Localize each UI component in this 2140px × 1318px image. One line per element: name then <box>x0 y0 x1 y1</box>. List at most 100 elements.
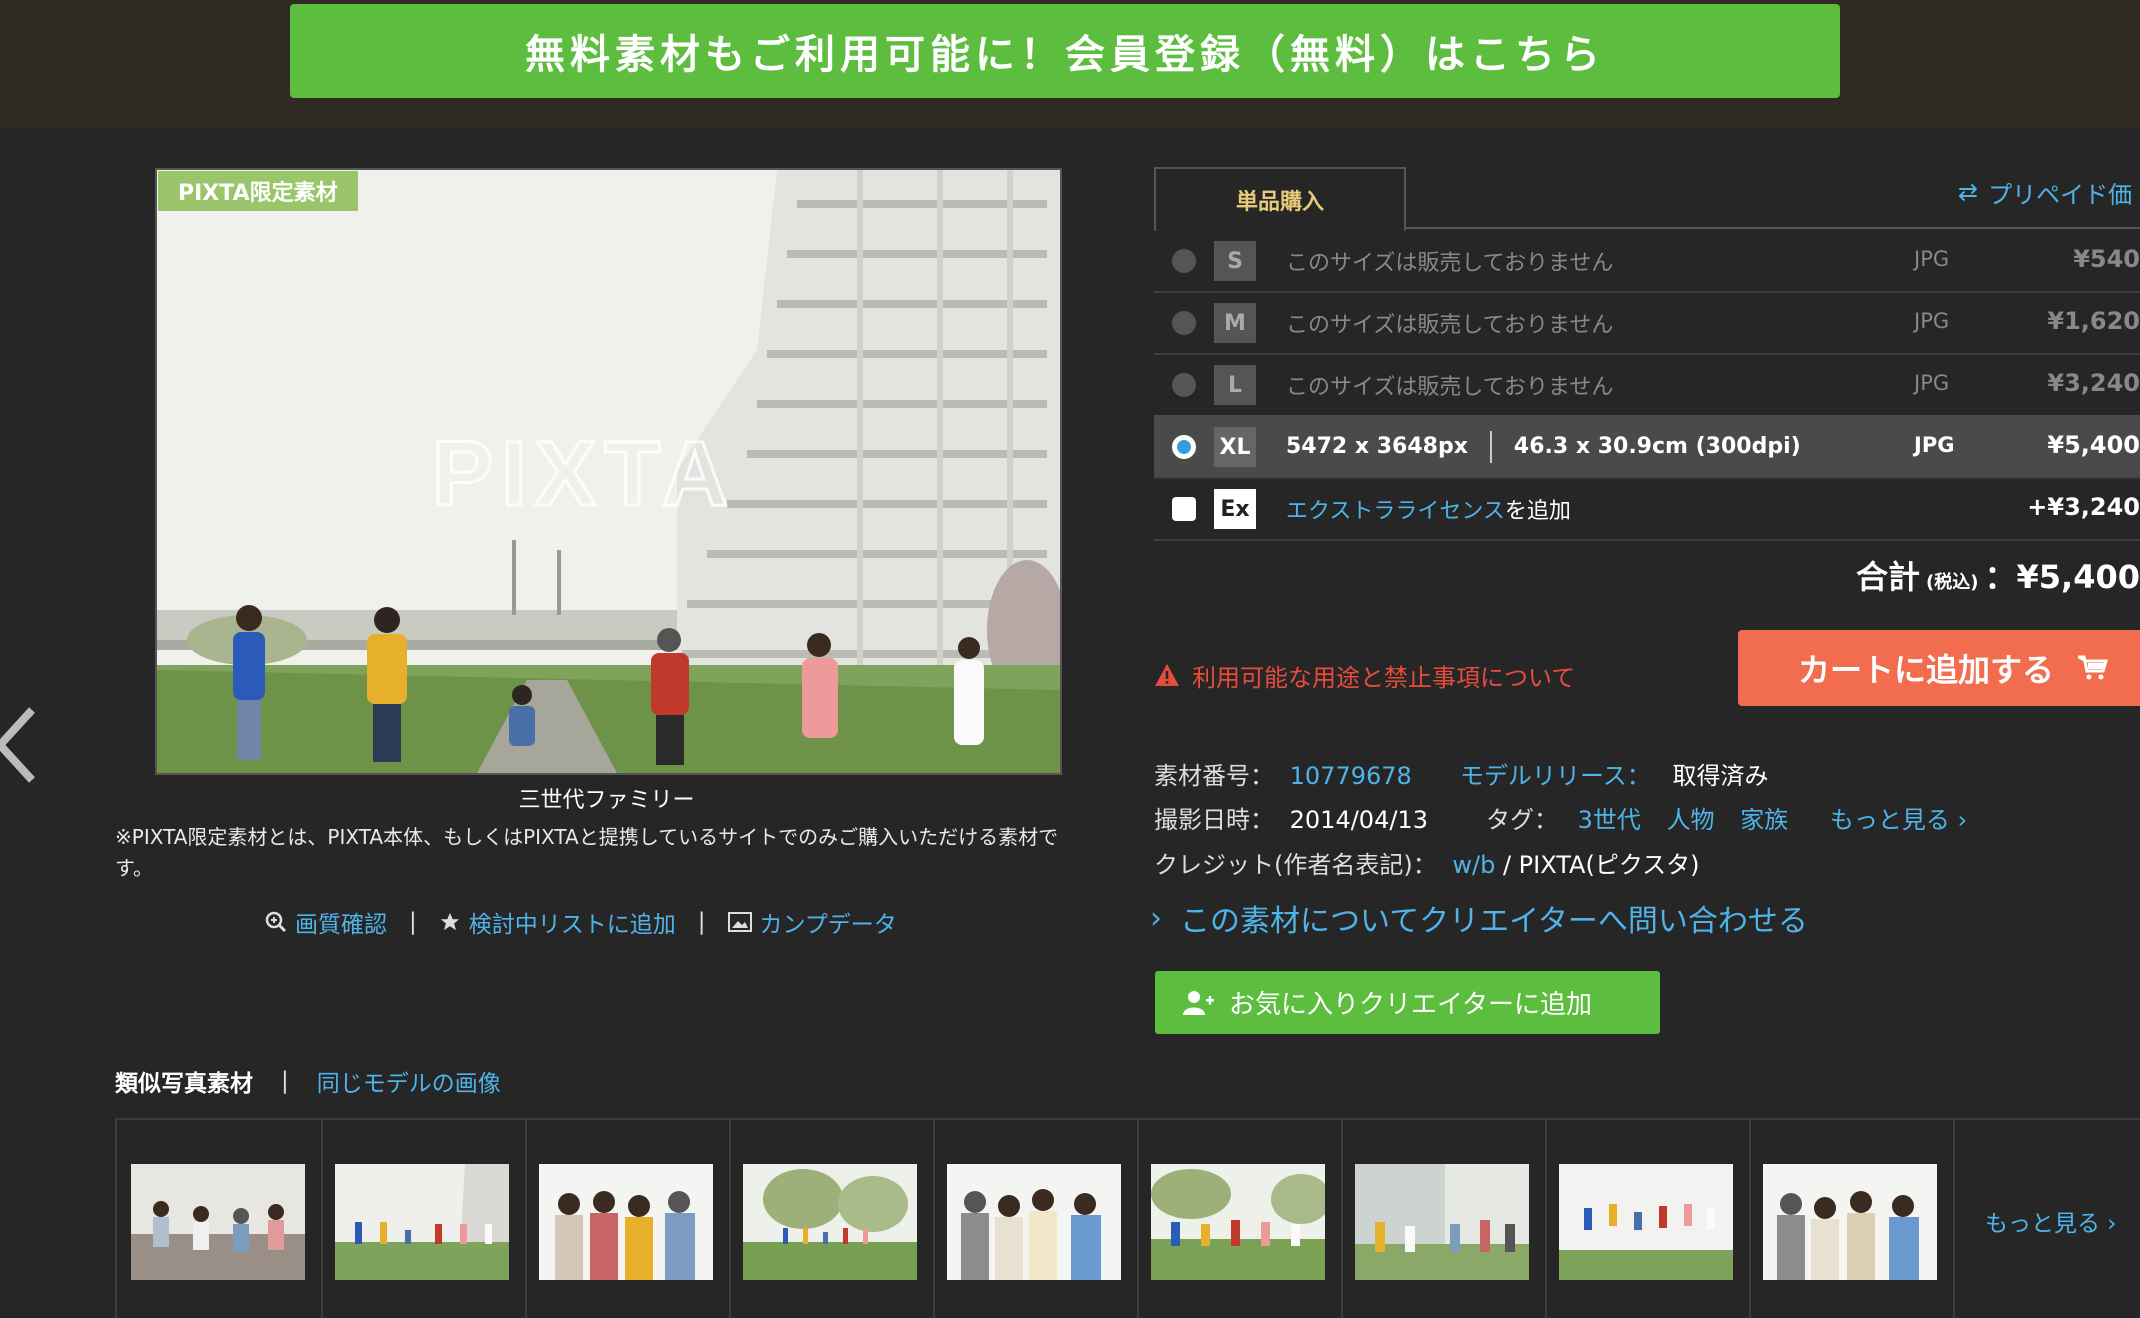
credit-separator: / <box>1495 851 1519 879</box>
total-value: ¥5,400 <box>2016 558 2140 596</box>
comp-data-link[interactable]: カンプデータ <box>727 905 897 939</box>
credit-author-link[interactable]: w/b <box>1452 851 1495 879</box>
thumbnail-image <box>539 1164 713 1280</box>
extra-license-link[interactable]: エクストラライセンス <box>1286 499 1505 524</box>
same-model-link[interactable]: 同じモデルの画像 <box>317 1064 501 1098</box>
thumbnail-image <box>1151 1164 1325 1280</box>
thumbnail-cell[interactable] <box>321 1120 527 1318</box>
model-release-value: 取得済み <box>1672 762 1769 790</box>
favorite-creator-label: お気に入りクリエイターに追加 <box>1229 990 1592 1020</box>
thumbnail-cell[interactable] <box>1137 1120 1343 1318</box>
tags-more-link[interactable]: もっと見る › <box>1830 806 1967 834</box>
limited-note: ※PIXTA限定素材とは、PIXTA本体、もしくはPIXTAと提携しているサイト… <box>115 825 1059 880</box>
similar-photos-tab[interactable]: 類似写真素材 <box>115 1064 253 1098</box>
credit-site: PIXTA(ピクスタ) <box>1518 851 1700 879</box>
size-pixels-xl: 5472 x 3648px <box>1286 434 1468 459</box>
size-text-m: このサイズは販売しておりません <box>1286 313 1614 338</box>
thumbnail-cell[interactable] <box>1341 1120 1547 1318</box>
similar-more-link[interactable]: もっと見る › <box>1985 1204 2117 1238</box>
tag-link[interactable]: 家族 <box>1740 806 1788 834</box>
tab-single-purchase[interactable]: 単品購入 <box>1154 167 1406 231</box>
thumbnail-cell[interactable] <box>1749 1120 1955 1318</box>
limited-material-tag: PIXTA限定素材 <box>158 171 358 211</box>
material-number-label: 素材番号： <box>1154 762 1274 790</box>
zoom-icon <box>265 911 287 933</box>
material-number-value[interactable]: 10779678 <box>1290 762 1412 790</box>
size-dimensions-xl: 5472 x 3648px 46.3 x 30.9cm (300dpi) <box>1286 431 1801 463</box>
usage-warning-link[interactable]: 利用可能な用途と禁止事項について <box>1154 655 1575 695</box>
size-row-m: M このサイズは販売しておりません JPG ¥1,620 <box>1154 291 2140 355</box>
favorite-creator-button[interactable]: お気に入りクリエイターに追加 <box>1155 971 1660 1034</box>
prepaid-label: プリペイド価 <box>1988 180 2133 209</box>
thumbnail-image <box>1559 1164 1733 1280</box>
add-to-cart-button[interactable]: カートに追加する <box>1738 630 2140 706</box>
size-format-l: JPG <box>1914 371 1950 395</box>
thumbnail-image <box>131 1164 305 1280</box>
action-separator: | <box>697 909 706 935</box>
extra-license-text: エクストラライセンスを追加 <box>1286 493 1571 525</box>
thumbnail-image <box>947 1164 1121 1280</box>
thumbnail-cell[interactable] <box>933 1120 1139 1318</box>
swap-icon: ⇄ <box>1958 178 1979 206</box>
add-to-list-link[interactable]: 検討中リストに追加 <box>439 905 676 939</box>
size-radio-l <box>1172 373 1196 397</box>
prev-arrow-icon[interactable] <box>0 700 60 790</box>
svg-text:PIXTA: PIXTA <box>432 423 736 525</box>
size-radio-m <box>1172 311 1196 335</box>
extra-license-suffix: を追加 <box>1504 499 1571 524</box>
dimension-separator <box>1489 431 1492 463</box>
size-format-xl: JPG <box>1914 433 1955 457</box>
extra-license-row: Ex エクストラライセンスを追加 +¥3,240 <box>1154 477 2140 541</box>
thumbnail-image <box>335 1164 509 1280</box>
prepaid-price-link[interactable]: ⇄ プリペイド価 <box>1958 172 2132 212</box>
image-icon <box>727 912 752 932</box>
star-icon <box>440 912 459 931</box>
size-badge-xl: XL <box>1214 427 1256 467</box>
shooting-date-value: 2014/04/13 <box>1289 806 1428 834</box>
total-price: 合計 (税込) ：¥5,400 <box>1856 552 2140 598</box>
size-text-s: このサイズは販売しておりません <box>1286 251 1614 276</box>
chevron-right-icon: › <box>1150 900 1162 936</box>
credit-label: クレジット(作者名表記)： <box>1154 851 1437 879</box>
add-to-list-label: 検討中リストに追加 <box>468 912 676 938</box>
thumbnail-cell[interactable] <box>1545 1120 1751 1318</box>
total-separator: ： <box>1984 558 2017 596</box>
extra-license-checkbox[interactable] <box>1172 497 1196 521</box>
photo-illustration: PIXTA <box>157 170 1060 773</box>
size-cm-xl: 46.3 x 30.9cm (300dpi) <box>1513 434 1801 459</box>
tag-link[interactable]: 人物 <box>1667 806 1715 834</box>
thumbnail-cell[interactable] <box>117 1120 323 1318</box>
add-user-icon <box>1183 990 1214 1015</box>
thumbnail-image <box>1355 1164 1529 1280</box>
tags: タグ： 3世代 人物 家族 もっと見る › <box>1486 800 1967 835</box>
thumbnail-cell[interactable] <box>729 1120 935 1318</box>
photo-actions: 画質確認 | 検討中リストに追加 | カンプデータ <box>265 902 897 942</box>
similar-thumbnail-strip: もっと見る › <box>115 1118 2140 1318</box>
thumbnail-image <box>743 1164 917 1280</box>
zoom-quality-link[interactable]: 画質確認 <box>265 905 387 939</box>
add-to-cart-label: カートに追加する <box>1798 651 2055 689</box>
thumbnail-image <box>1763 1164 1937 1280</box>
tags-label: タグ： <box>1486 806 1558 834</box>
comp-data-label: カンプデータ <box>759 912 897 938</box>
extra-license-price: +¥3,240 <box>2027 493 2140 521</box>
size-row-s: S このサイズは販売しておりません JPG ¥540 <box>1154 229 2140 293</box>
size-row-l: L このサイズは販売しておりません JPG ¥3,240 <box>1154 353 2140 417</box>
main-photo[interactable]: PIXTA <box>155 168 1062 775</box>
size-format-s: JPG <box>1914 247 1950 271</box>
credit: クレジット(作者名表記)： w/b / PIXTA(ピクスタ) <box>1154 845 1699 880</box>
extra-license-badge: Ex <box>1214 489 1256 529</box>
tag-link[interactable]: 3世代 <box>1578 806 1641 834</box>
zoom-quality-label: 画質確認 <box>295 912 387 938</box>
size-radio-xl[interactable] <box>1172 435 1196 459</box>
size-row-xl[interactable]: XL 5472 x 3648px 46.3 x 30.9cm (300dpi) J… <box>1154 415 2140 479</box>
model-release: モデルリリース： 取得済み <box>1460 756 1768 791</box>
total-tax-label: (税込) <box>1926 572 1979 593</box>
contact-creator-link[interactable]: › この素材についてクリエイターへ問い合わせる <box>1150 895 1808 941</box>
signup-banner-button[interactable]: 無料素材もご利用可能に！会員登録（無料）はこちら <box>290 4 1840 98</box>
size-price-s: ¥540 <box>2073 245 2140 273</box>
similar-separator: | <box>281 1068 289 1094</box>
model-release-label[interactable]: モデルリリース： <box>1460 762 1651 790</box>
thumbnail-cell[interactable] <box>525 1120 731 1318</box>
size-badge-s: S <box>1214 241 1256 281</box>
